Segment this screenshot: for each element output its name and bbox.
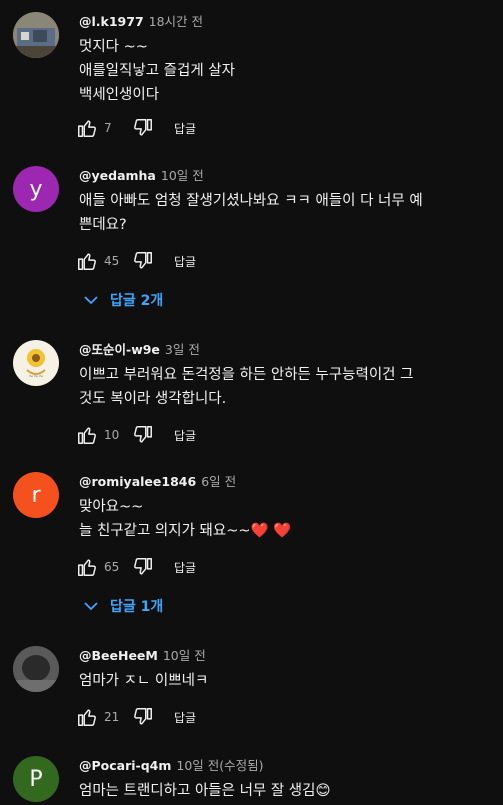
dislike-button[interactable] (130, 116, 156, 140)
reply-button[interactable]: 답글 (174, 120, 196, 137)
avatar[interactable]: y (13, 166, 59, 212)
comment-actions: 45 답글 (74, 249, 196, 273)
thumbs-down-icon (134, 708, 152, 725)
comment-header: @BeeHeeM 10일 전 (79, 648, 206, 664)
thumbs-down-icon (134, 558, 152, 575)
comment-header: @Pocari-q4m 10일 전(수정됨) (79, 758, 264, 774)
comment-line: 엄마는 트랜디하고 아들은 너무 잘 생김😊 (79, 779, 489, 803)
comment-line: 늘 친구같고 의지가 돼요~~❤️ ❤️ (79, 519, 489, 543)
thumbs-down-icon (134, 426, 152, 443)
avatar-letter: P (29, 766, 43, 792)
comment-line: 멋지다 ~~ (79, 39, 148, 55)
like-button[interactable] (74, 249, 100, 273)
thumbs-up-icon (78, 559, 96, 576)
comment-time[interactable]: 18시간 전 (149, 14, 203, 29)
comment-line: 쁜데요? (79, 217, 127, 233)
comment-actions: 65 답글 (74, 555, 196, 579)
chevron-down-icon (84, 601, 98, 611)
comment-author[interactable]: @또순이-w9e (79, 342, 160, 357)
heart-emoji: ❤️ ❤️ (250, 523, 292, 539)
comment-line: 맞아요~~ (79, 499, 144, 515)
comment-text: 엄마가 ㅈㄴ 이쁘네ㅋ (79, 669, 489, 693)
comment-header: @또순이-w9e 3일 전 (79, 342, 200, 358)
comment-author[interactable]: @Pocari-q4m (79, 758, 171, 773)
avatar-drawing-icon: ~~~ (26, 349, 46, 380)
comment-text: 엄마는 트랜디하고 아들은 너무 잘 생김😊 (79, 779, 489, 803)
comment-author[interactable]: @BeeHeeM (79, 648, 158, 663)
like-button[interactable] (74, 705, 100, 729)
avatar-photo-icon (13, 12, 59, 58)
smile-emoji: 😊 (315, 783, 331, 799)
chevron-down-icon (84, 295, 98, 305)
svg-text:~~~: ~~~ (28, 373, 43, 380)
comment-line: 애들 아빠도 엄청 잘생기셨나봐요 ㅋㅋ 애들이 다 너무 예 (79, 193, 423, 209)
like-count: 45 (104, 254, 120, 268)
reply-button[interactable]: 답글 (174, 559, 196, 576)
comment-header: @l.k1977 18시간 전 (79, 14, 203, 30)
dislike-button[interactable] (130, 423, 156, 447)
comment-time[interactable]: 10일 전 (163, 648, 206, 663)
comment-actions: 7 답글 (74, 116, 196, 140)
comment-author[interactable]: @yedamha (79, 168, 156, 183)
avatar[interactable]: P (13, 756, 59, 802)
comment-time[interactable]: 10일 전(수정됨) (176, 758, 263, 773)
comment-line-text: 늘 친구같고 의지가 돼요~~ (79, 523, 251, 539)
avatar[interactable]: ~~~ (13, 340, 59, 386)
thumbs-up-icon (78, 120, 96, 137)
comment-time[interactable]: 10일 전 (161, 168, 204, 183)
dislike-button[interactable] (130, 555, 156, 579)
dislike-button[interactable] (130, 705, 156, 729)
thumbs-up-icon (78, 427, 96, 444)
comment-line: 엄마가 ㅈㄴ 이쁘네ㅋ (79, 673, 209, 689)
comment-line: 애를일직낳고 즐겁게 살자 (79, 63, 235, 79)
avatar[interactable]: r (13, 472, 59, 518)
replies-count-label: 답글 1개 (110, 599, 164, 615)
comment-author[interactable]: @romiyalee1846 (79, 474, 196, 489)
like-button[interactable] (74, 423, 100, 447)
comment-author[interactable]: @l.k1977 (79, 14, 144, 29)
comment-line: 것도 복이라 생각합니다. (79, 391, 227, 407)
reply-button[interactable]: 답글 (174, 427, 196, 444)
thumbs-up-icon (78, 253, 96, 270)
avatar[interactable] (13, 12, 59, 58)
like-count: 10 (104, 428, 120, 442)
view-replies-button[interactable]: 답글 1개 (84, 594, 163, 618)
avatar-letter: y (29, 176, 43, 202)
dislike-button[interactable] (130, 249, 156, 273)
avatar-photo-icon (13, 646, 59, 692)
view-replies-button[interactable]: 답글 2개 (84, 288, 163, 312)
comment-line-text: 엄마는 트랜디하고 아들은 너무 잘 생김 (79, 783, 316, 799)
reply-button[interactable]: 답글 (174, 253, 196, 270)
thumbs-down-icon (134, 119, 152, 136)
replies-count-label: 답글 2개 (110, 293, 164, 309)
comment-text: 멋지다 ~~ 애를일직낳고 즐겁게 살자 백세인생이다 (79, 35, 489, 107)
comment-line: 백세인생이다 (79, 87, 160, 103)
comment-time[interactable]: 3일 전 (165, 342, 200, 357)
avatar[interactable] (13, 646, 59, 692)
comment-time[interactable]: 6일 전 (201, 474, 236, 489)
comment-text: 애들 아빠도 엄청 잘생기셨나봐요 ㅋㅋ 애들이 다 너무 예 쁜데요? (79, 189, 489, 237)
comment-line: 이쁘고 부러워요 돈걱정을 하든 안하든 누구능력이건 그 (79, 367, 414, 383)
like-button[interactable] (74, 555, 100, 579)
comment-header: @yedamha 10일 전 (79, 168, 204, 184)
comment-actions: 21 답글 (74, 705, 196, 729)
like-button[interactable] (74, 116, 100, 140)
avatar-letter: r (31, 482, 41, 508)
thumbs-up-icon (78, 709, 96, 726)
comment-header: @romiyalee1846 6일 전 (79, 474, 236, 490)
thumbs-down-icon (134, 252, 152, 269)
like-count: 65 (104, 560, 120, 574)
comment-actions: 10 답글 (74, 423, 196, 447)
like-count: 7 (104, 121, 112, 135)
comment-text: 맞아요~~ 늘 친구같고 의지가 돼요~~❤️ ❤️ (79, 495, 489, 543)
reply-button[interactable]: 답글 (174, 709, 196, 726)
comment-text: 이쁘고 부러워요 돈걱정을 하든 안하든 누구능력이건 그 것도 복이라 생각합… (79, 363, 489, 411)
like-count: 21 (104, 710, 120, 724)
